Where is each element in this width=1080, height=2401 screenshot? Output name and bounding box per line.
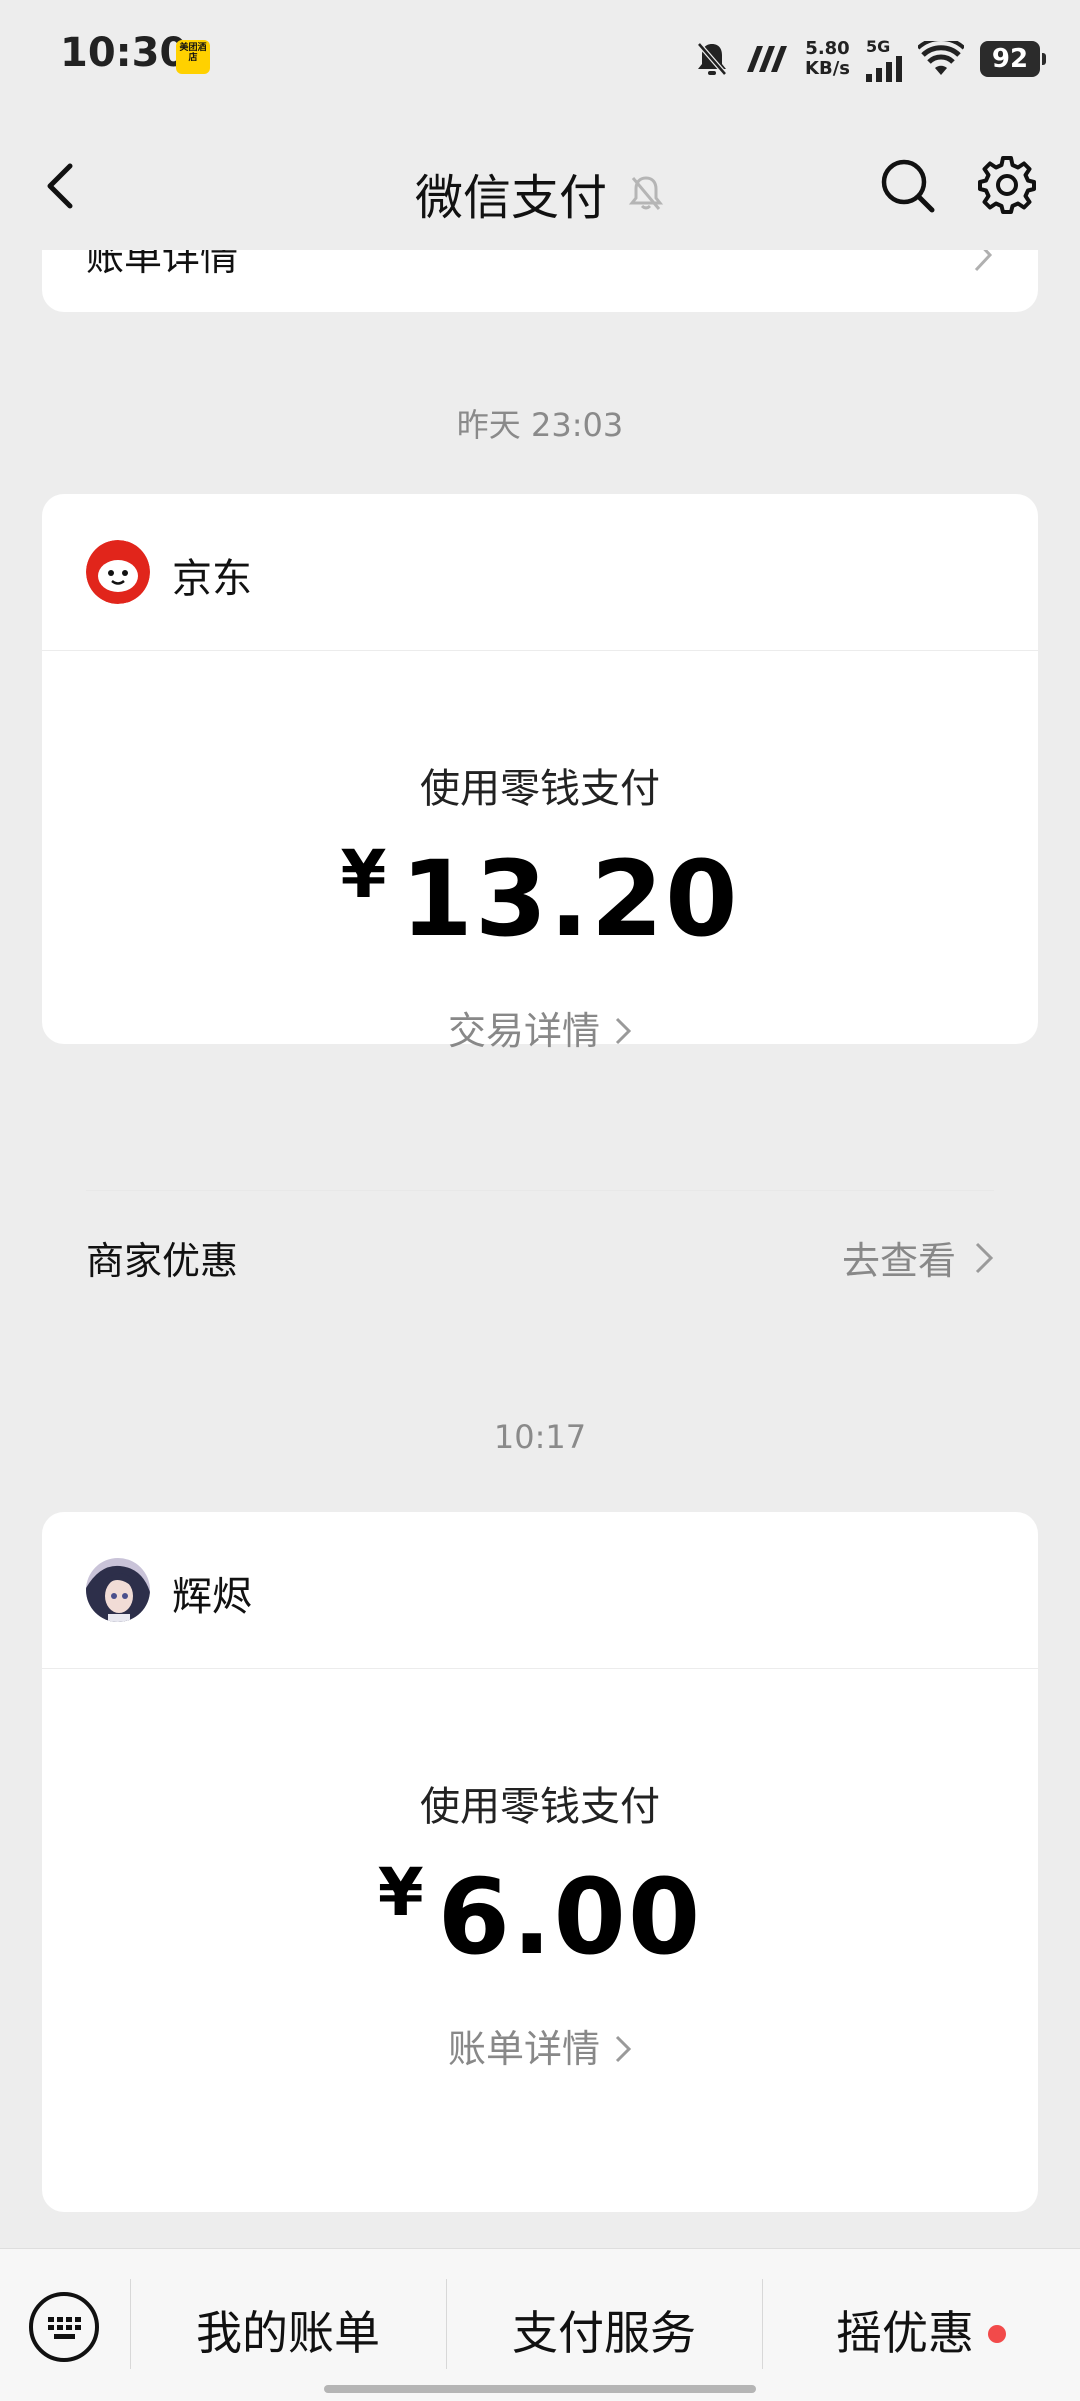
message-list[interactable]: 账单详情 昨天 23:03 京东 使用零钱支付 ¥13.20 交易详情 商家优惠… <box>0 250 1080 2248</box>
cell-signal: 5G <box>866 37 902 82</box>
status-time: 10:30 <box>60 30 188 76</box>
keyboard-icon[interactable] <box>28 2291 100 2363</box>
search-icon[interactable] <box>878 156 938 216</box>
amount-value: 13.20 <box>400 838 740 960</box>
bill-details-link[interactable]: 账单详情 <box>42 2018 1038 2073</box>
hd-voice-icon <box>747 46 788 72</box>
amount-value: 6.00 <box>437 1856 703 1978</box>
signal-bars-icon <box>866 55 902 82</box>
meituan-hotel-notification-icon: 美团酒店 <box>176 40 210 74</box>
bill-details-label[interactable]: 账单详情 <box>448 2027 600 2071</box>
mute-bell-icon <box>697 42 727 76</box>
status-bar: 10:30 美团酒店 5.80 KB/s 5G 92 <box>0 0 1080 120</box>
merchant-header[interactable]: 京东 <box>42 494 1038 651</box>
currency-symbol: ¥ <box>340 836 389 913</box>
page-title: 微信支付 <box>414 170 607 226</box>
payment-method: 使用零钱支付 <box>420 1784 660 1830</box>
muted-notifications-icon <box>628 176 664 210</box>
wifi-icon <box>918 41 964 75</box>
divider <box>86 1190 994 1191</box>
payment-card-huijin[interactable]: 辉烬 使用零钱支付 ¥6.00 账单详情 <box>42 1512 1038 2212</box>
merchant-header[interactable]: 辉烬 <box>42 1512 1038 1669</box>
nav-bar: 微信支付 <box>0 120 1080 250</box>
chevron-right-icon <box>975 1242 994 1273</box>
menu-shake-discounts-label[interactable]: 摇优惠 <box>836 2306 974 2360</box>
bill-details-card-partial[interactable]: 账单详情 <box>42 250 1038 312</box>
chevron-right-icon <box>974 250 993 272</box>
user-avatar <box>86 1558 150 1622</box>
merchant-name: 辉烬 <box>172 1574 252 1620</box>
menu-shake-discounts[interactable]: 摇优惠 <box>762 2297 1080 2363</box>
jd-logo-icon <box>86 540 150 604</box>
status-icons: 5.80 KB/s 5G 92 <box>695 34 1046 84</box>
chevron-right-icon <box>615 2035 632 2063</box>
payment-amount: ¥6.00 <box>42 1854 1038 1978</box>
bill-details-link[interactable]: 账单详情 <box>86 250 238 281</box>
merchant-promo-label: 商家优惠 <box>86 1239 239 1283</box>
payment-card-jd[interactable]: 京东 使用零钱支付 ¥13.20 交易详情 商家优惠 去查看 <box>42 494 1038 1283</box>
new-badge-dot <box>988 2325 1006 2343</box>
menu-payment-services[interactable]: 支付服务 <box>446 2297 762 2363</box>
merchant-name: 京东 <box>172 556 252 602</box>
view-promo-label[interactable]: 去查看 <box>842 1230 956 1285</box>
settings-gear-icon[interactable] <box>976 154 1038 216</box>
message-timestamp: 10:17 <box>493 1418 587 1456</box>
home-indicator[interactable] <box>324 2385 756 2393</box>
bottom-menu-bar: 我的账单 支付服务 摇优惠 <box>0 2248 1080 2401</box>
transaction-details-link[interactable]: 交易详情 <box>42 1000 1038 1055</box>
view-promo-link[interactable]: 去查看 <box>842 1230 994 1285</box>
payment-method: 使用零钱支付 <box>420 766 660 812</box>
chevron-right-icon <box>615 1017 632 1045</box>
network-speed: 5.80 KB/s <box>805 38 850 79</box>
menu-my-bills[interactable]: 我的账单 <box>130 2297 446 2363</box>
payment-amount: ¥13.20 <box>42 836 1038 960</box>
transaction-details-label[interactable]: 交易详情 <box>448 1009 600 1053</box>
battery-indicator: 92 <box>980 41 1046 77</box>
message-timestamp: 昨天 23:03 <box>456 406 624 444</box>
currency-symbol: ¥ <box>377 1854 426 1931</box>
